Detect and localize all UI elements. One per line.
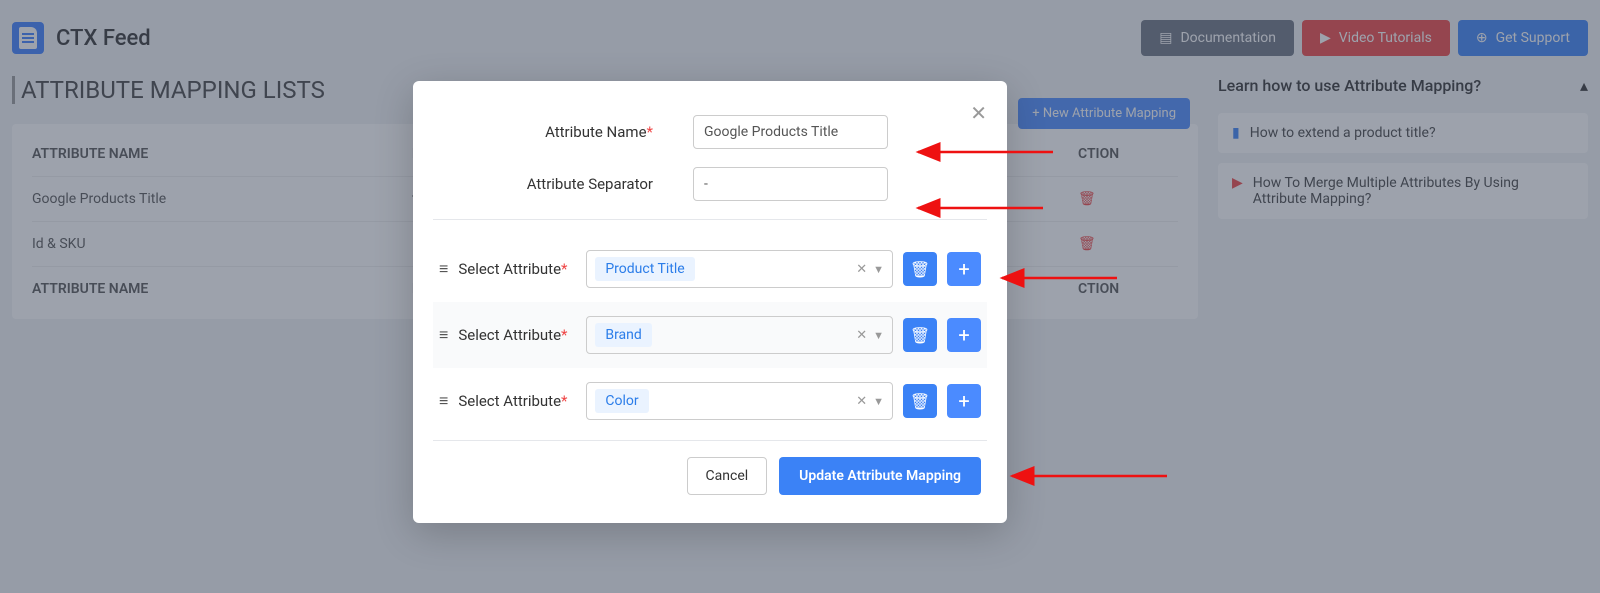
attribute-separator-input[interactable] xyxy=(693,167,888,201)
required-mark: * xyxy=(647,123,653,141)
attribute-row: ≡ Select Attribute* Product Title ✕ ▼ 🗑 … xyxy=(433,236,987,302)
label-text: Attribute Name xyxy=(545,123,646,141)
close-icon[interactable]: ✕ xyxy=(970,101,987,125)
select-attribute-label: Select Attribute* xyxy=(458,326,576,344)
plus-icon: + xyxy=(958,257,969,281)
trash-icon: 🗑 xyxy=(910,326,930,345)
modal-footer: Cancel Update Attribute Mapping xyxy=(433,457,987,503)
attribute-select[interactable]: Color ✕ ▼ xyxy=(586,382,893,420)
label-text: Select Attribute xyxy=(458,326,561,344)
plus-icon: + xyxy=(958,323,969,347)
trash-icon: 🗑 xyxy=(910,260,930,279)
add-attribute-button[interactable]: + xyxy=(947,318,981,352)
drag-handle-icon[interactable]: ≡ xyxy=(439,325,448,345)
label-text: Select Attribute xyxy=(458,260,561,278)
drag-handle-icon[interactable]: ≡ xyxy=(439,259,448,279)
attribute-name-input[interactable] xyxy=(693,115,888,149)
selected-chip: Color xyxy=(595,389,648,413)
form-row-separator: Attribute Separator xyxy=(433,167,987,201)
divider xyxy=(433,219,987,220)
delete-attribute-button[interactable]: 🗑 xyxy=(903,252,937,286)
drag-handle-icon[interactable]: ≡ xyxy=(439,391,448,411)
delete-attribute-button[interactable]: 🗑 xyxy=(903,318,937,352)
chevron-down-icon[interactable]: ▼ xyxy=(873,263,884,276)
clear-icon[interactable]: ✕ xyxy=(856,328,867,343)
label-text: Select Attribute xyxy=(458,392,561,410)
chevron-down-icon[interactable]: ▼ xyxy=(873,395,884,408)
chevron-down-icon[interactable]: ▼ xyxy=(873,329,884,342)
delete-attribute-button[interactable]: 🗑 xyxy=(903,384,937,418)
form-row-name: Attribute Name* xyxy=(433,115,987,149)
add-attribute-button[interactable]: + xyxy=(947,252,981,286)
attribute-row: ≡ Select Attribute* Brand ✕ ▼ 🗑 + xyxy=(433,302,987,368)
selected-chip: Product Title xyxy=(595,257,694,281)
attribute-row: ≡ Select Attribute* Color ✕ ▼ 🗑 + xyxy=(433,368,987,434)
required-mark: * xyxy=(561,326,567,344)
selected-chip: Brand xyxy=(595,323,651,347)
update-attribute-mapping-button[interactable]: Update Attribute Mapping xyxy=(779,457,981,495)
select-attribute-label: Select Attribute* xyxy=(458,260,576,278)
select-attribute-label: Select Attribute* xyxy=(458,392,576,410)
attribute-mapping-modal: ✕ Attribute Name* Attribute Separator ≡ … xyxy=(413,81,1007,523)
trash-icon: 🗑 xyxy=(910,392,930,411)
clear-icon[interactable]: ✕ xyxy=(856,394,867,409)
required-mark: * xyxy=(561,260,567,278)
attribute-select[interactable]: Brand ✕ ▼ xyxy=(586,316,893,354)
attribute-name-label: Attribute Name* xyxy=(433,123,693,141)
divider xyxy=(433,440,987,441)
clear-icon[interactable]: ✕ xyxy=(856,262,867,277)
cancel-button[interactable]: Cancel xyxy=(687,457,768,495)
plus-icon: + xyxy=(958,389,969,413)
modal-body: Attribute Name* Attribute Separator ≡ Se… xyxy=(413,81,1007,523)
add-attribute-button[interactable]: + xyxy=(947,384,981,418)
attribute-separator-label: Attribute Separator xyxy=(433,175,693,193)
required-mark: * xyxy=(561,392,567,410)
attribute-select[interactable]: Product Title ✕ ▼ xyxy=(586,250,893,288)
